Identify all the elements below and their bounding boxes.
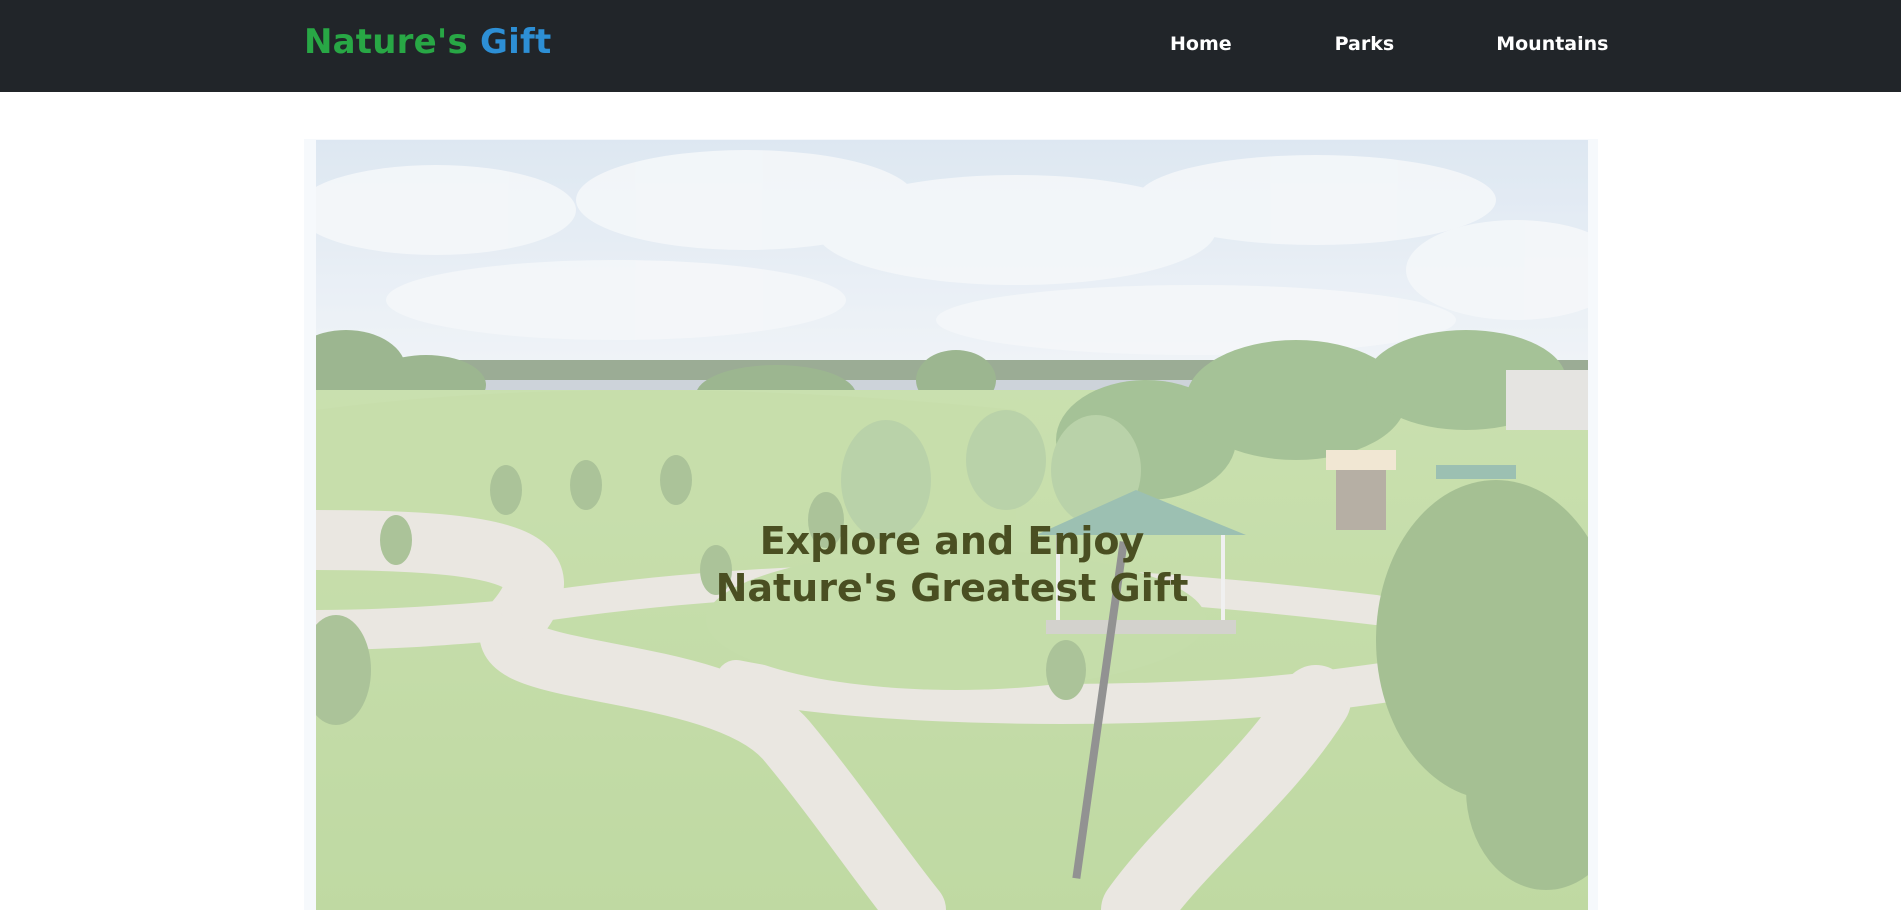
- nav-link-mountains[interactable]: Mountains: [1496, 33, 1608, 55]
- hero-heading-line1: Explore and Enjoy: [759, 519, 1145, 563]
- hero-heading-line2: Nature's Greatest Gift: [715, 566, 1189, 610]
- brand-name-natures: Nature's: [304, 22, 468, 62]
- nav-link-home[interactable]: Home: [1170, 33, 1232, 55]
- brand-logo[interactable]: Nature's Gift: [304, 22, 551, 62]
- nav-links: Home Parks Mountains: [1170, 33, 1608, 55]
- hero-heading: Explore and Enjoy Nature's Greatest Gift: [316, 518, 1588, 612]
- brand-name-gift: Gift: [479, 22, 552, 62]
- top-navbar: Nature's Gift Home Parks Mountains: [0, 0, 1901, 92]
- nav-link-parks[interactable]: Parks: [1335, 33, 1395, 55]
- hero-banner: Explore and Enjoy Nature's Greatest Gift: [316, 140, 1588, 910]
